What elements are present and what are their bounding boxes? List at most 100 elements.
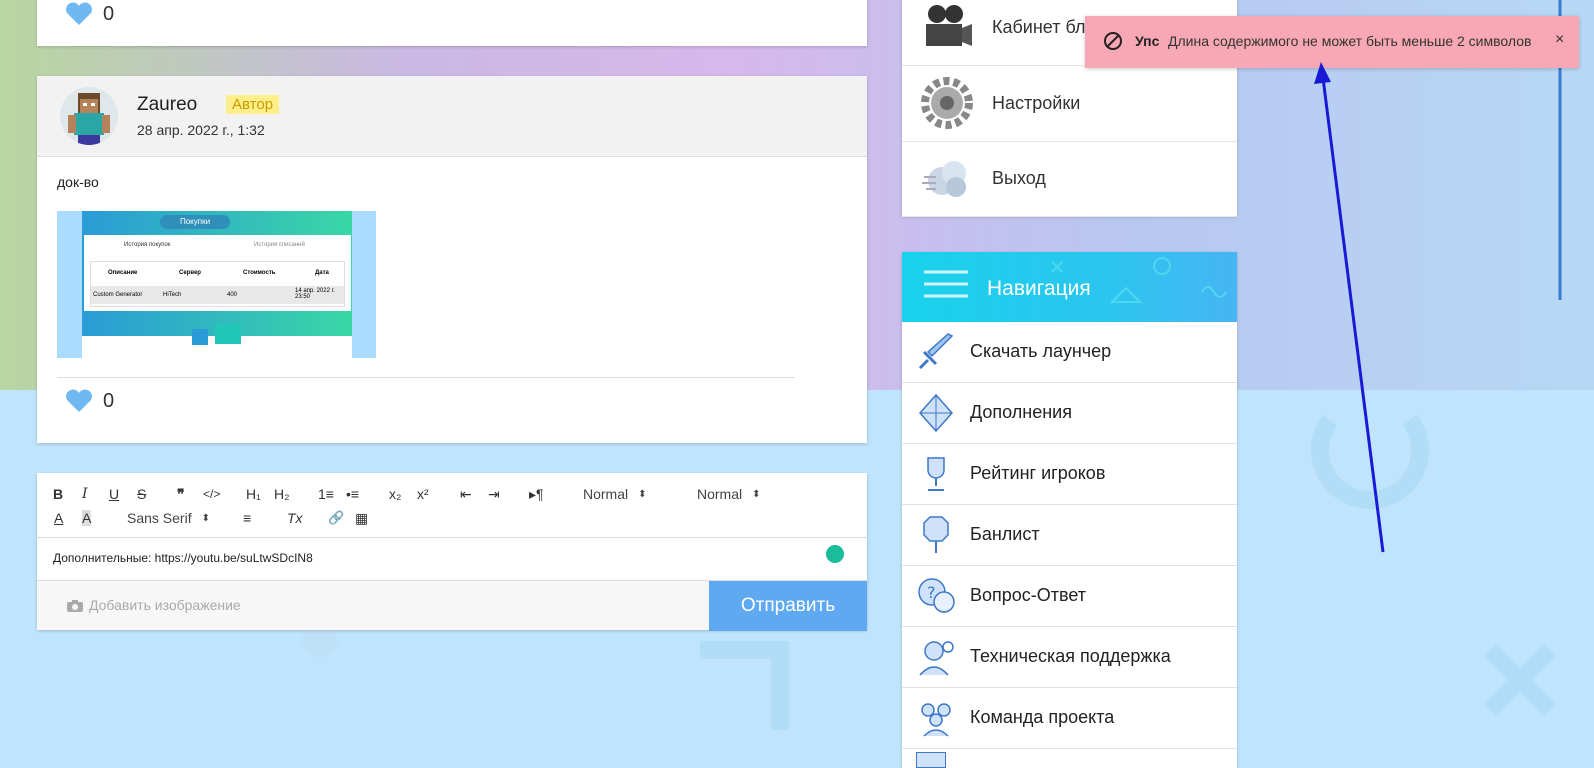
menu-item-label: Выход [992, 168, 1046, 188]
author-name[interactable]: Zaureo [137, 94, 197, 116]
direction-button[interactable]: ▸¶ [529, 486, 544, 502]
select-arrow-icon: ⬍ [201, 512, 210, 524]
select-arrow-icon: ⬍ [638, 488, 647, 500]
screenshot-cell: 14 апр. 2022 г. 23:50 [295, 288, 335, 300]
gear-icon [921, 77, 973, 129]
like-button[interactable]: 0 [65, 389, 114, 413]
blockquote-button[interactable]: ❞ [177, 486, 185, 502]
screenshot-row: Custom Generator HiTech 400 14 апр. 2022… [91, 286, 344, 304]
svg-text:?: ? [927, 583, 936, 602]
screenshot-col: Сервер [179, 270, 201, 276]
header-select-value: Normal [697, 486, 743, 502]
font-select-value: Sans Serif [127, 510, 192, 526]
menu-item-settings[interactable]: Настройки [902, 66, 1237, 142]
nav-item-team[interactable]: Команда проекта [902, 688, 1237, 749]
font-select[interactable]: Sans Serif ⬍ [127, 510, 210, 526]
header2-button[interactable]: H₂ [274, 486, 290, 502]
subscript-button[interactable]: x₂ [389, 486, 401, 502]
bold-button[interactable]: B [53, 486, 63, 502]
strike-button[interactable]: S [137, 486, 146, 502]
nav-item-label: Скачать лаунчер [970, 341, 1112, 361]
like-count: 0 [103, 389, 115, 412]
navigation-header: Навигация [902, 252, 1237, 322]
menu-item-logout[interactable]: Выход [902, 141, 1237, 217]
heart-icon [66, 389, 92, 412]
like-count: 0 [103, 2, 115, 25]
nav-item-support[interactable]: Техническая поддержка [902, 627, 1237, 688]
toast-close-button[interactable]: × [1555, 31, 1564, 49]
header1-button[interactable]: H₁ [246, 486, 261, 502]
nav-item-next-icon [916, 752, 946, 768]
background-color-button[interactable]: A [82, 510, 92, 526]
prohibited-icon [1104, 32, 1122, 50]
screenshot-col: Дата [315, 270, 329, 276]
post-date: 28 апр. 2022 г., 1:32 [137, 122, 265, 138]
support-icon [919, 641, 954, 676]
italic-button[interactable]: I [82, 486, 88, 502]
navigation-title: Навигация [987, 277, 1091, 300]
nav-item-label: Команда проекта [970, 707, 1115, 727]
nav-item-label: Рейтинг игроков [970, 463, 1106, 483]
error-toast: Упс Длина содержимого не может быть мень… [1085, 16, 1579, 68]
indent-button[interactable]: ⇥ [488, 486, 500, 502]
nav-item-label: Техническая поддержка [970, 646, 1171, 666]
post-card: Zaureo Автор 28 апр. 2022 г., 1:32 док-в… [37, 76, 867, 443]
header-select[interactable]: Normal ⬍ [697, 486, 761, 502]
clean-format-button[interactable]: Tx [287, 510, 303, 526]
size-select[interactable]: Normal ⬍ [583, 486, 647, 502]
screenshot-panel: История покупок История списаний Описани… [84, 235, 351, 311]
video-button[interactable]: ▦ [355, 510, 368, 526]
editor-toolbar: B I U S ❞ </> H₁ H₂ 1≡ •≡ x₂ x² ⇤ ⇥ ▸¶ N… [37, 473, 867, 538]
grammar-check-icon[interactable] [826, 545, 844, 563]
screenshot-tab: История списаний [254, 242, 305, 248]
text-color-button[interactable]: A [54, 510, 63, 526]
screenshot-col: Описание [108, 270, 138, 276]
sword-icon [918, 333, 954, 370]
code-block-button[interactable]: </> [203, 486, 220, 502]
screenshot-header: Покупки [160, 215, 230, 229]
trophy-icon [927, 457, 945, 491]
post-header: Zaureo Автор 28 апр. 2022 г., 1:32 [37, 76, 867, 157]
editor-footer: Добавить изображение Отправить [37, 580, 867, 631]
nav-item-launcher[interactable]: Скачать лаунчер [902, 322, 1237, 383]
select-arrow-icon: ⬍ [752, 488, 761, 500]
ban-sign-icon [923, 516, 949, 553]
ordered-list-button[interactable]: 1≡ [318, 486, 334, 502]
nav-item-rating[interactable]: Рейтинг игроков [902, 444, 1237, 505]
underline-button[interactable]: U [109, 486, 119, 502]
nav-item-addons[interactable]: Дополнения [902, 383, 1237, 444]
align-button[interactable]: ≡ [243, 510, 251, 526]
screenshot-cell: Custom Generator [93, 292, 143, 298]
minecraft-avatar-icon [60, 87, 118, 145]
nav-item-label: Дополнения [970, 402, 1072, 422]
smoke-icon [922, 161, 966, 197]
post-image[interactable]: Покупки История покупок История списаний… [57, 211, 376, 358]
team-icon [921, 703, 951, 737]
toast-message: Длина содержимого не может быть меньше 2… [1168, 33, 1532, 49]
screenshot-col: Стоимость [243, 270, 276, 276]
nav-item-banlist[interactable]: Банлист [902, 505, 1237, 566]
editor-content[interactable]: Дополнительные: https://youtu.be/suLtwSD… [53, 551, 313, 565]
link-button[interactable]: 🔗 [328, 510, 344, 526]
outdent-button[interactable]: ⇤ [460, 486, 472, 502]
submit-button[interactable]: Отправить [709, 581, 867, 631]
like-button[interactable]: 0 [65, 2, 114, 26]
avatar[interactable] [60, 87, 118, 145]
camera-icon [926, 5, 972, 46]
comment-editor: B I U S ❞ </> H₁ H₂ 1≡ •≡ x₂ x² ⇤ ⇥ ▸¶ N… [37, 473, 867, 631]
nav-item-faq[interactable]: ? Вопрос-Ответ [902, 566, 1237, 627]
superscript-button[interactable]: x² [417, 486, 429, 502]
screenshot-blob [192, 329, 208, 345]
add-image-button[interactable]: Добавить изображение [67, 597, 241, 613]
post-divider [57, 377, 795, 378]
add-image-label: Добавить изображение [89, 597, 241, 613]
size-select-value: Normal [583, 486, 629, 502]
menu-item-label: Настройки [992, 93, 1081, 113]
screenshot-cell: 400 [227, 292, 238, 298]
author-badge: Автор [226, 95, 280, 114]
question-bubble-icon: ? [918, 578, 955, 613]
screenshot-cell: HiTech [163, 292, 182, 298]
nav-item-label: Вопрос-Ответ [970, 585, 1087, 605]
camera-small-icon [67, 599, 83, 612]
bullet-list-button[interactable]: •≡ [346, 486, 359, 502]
